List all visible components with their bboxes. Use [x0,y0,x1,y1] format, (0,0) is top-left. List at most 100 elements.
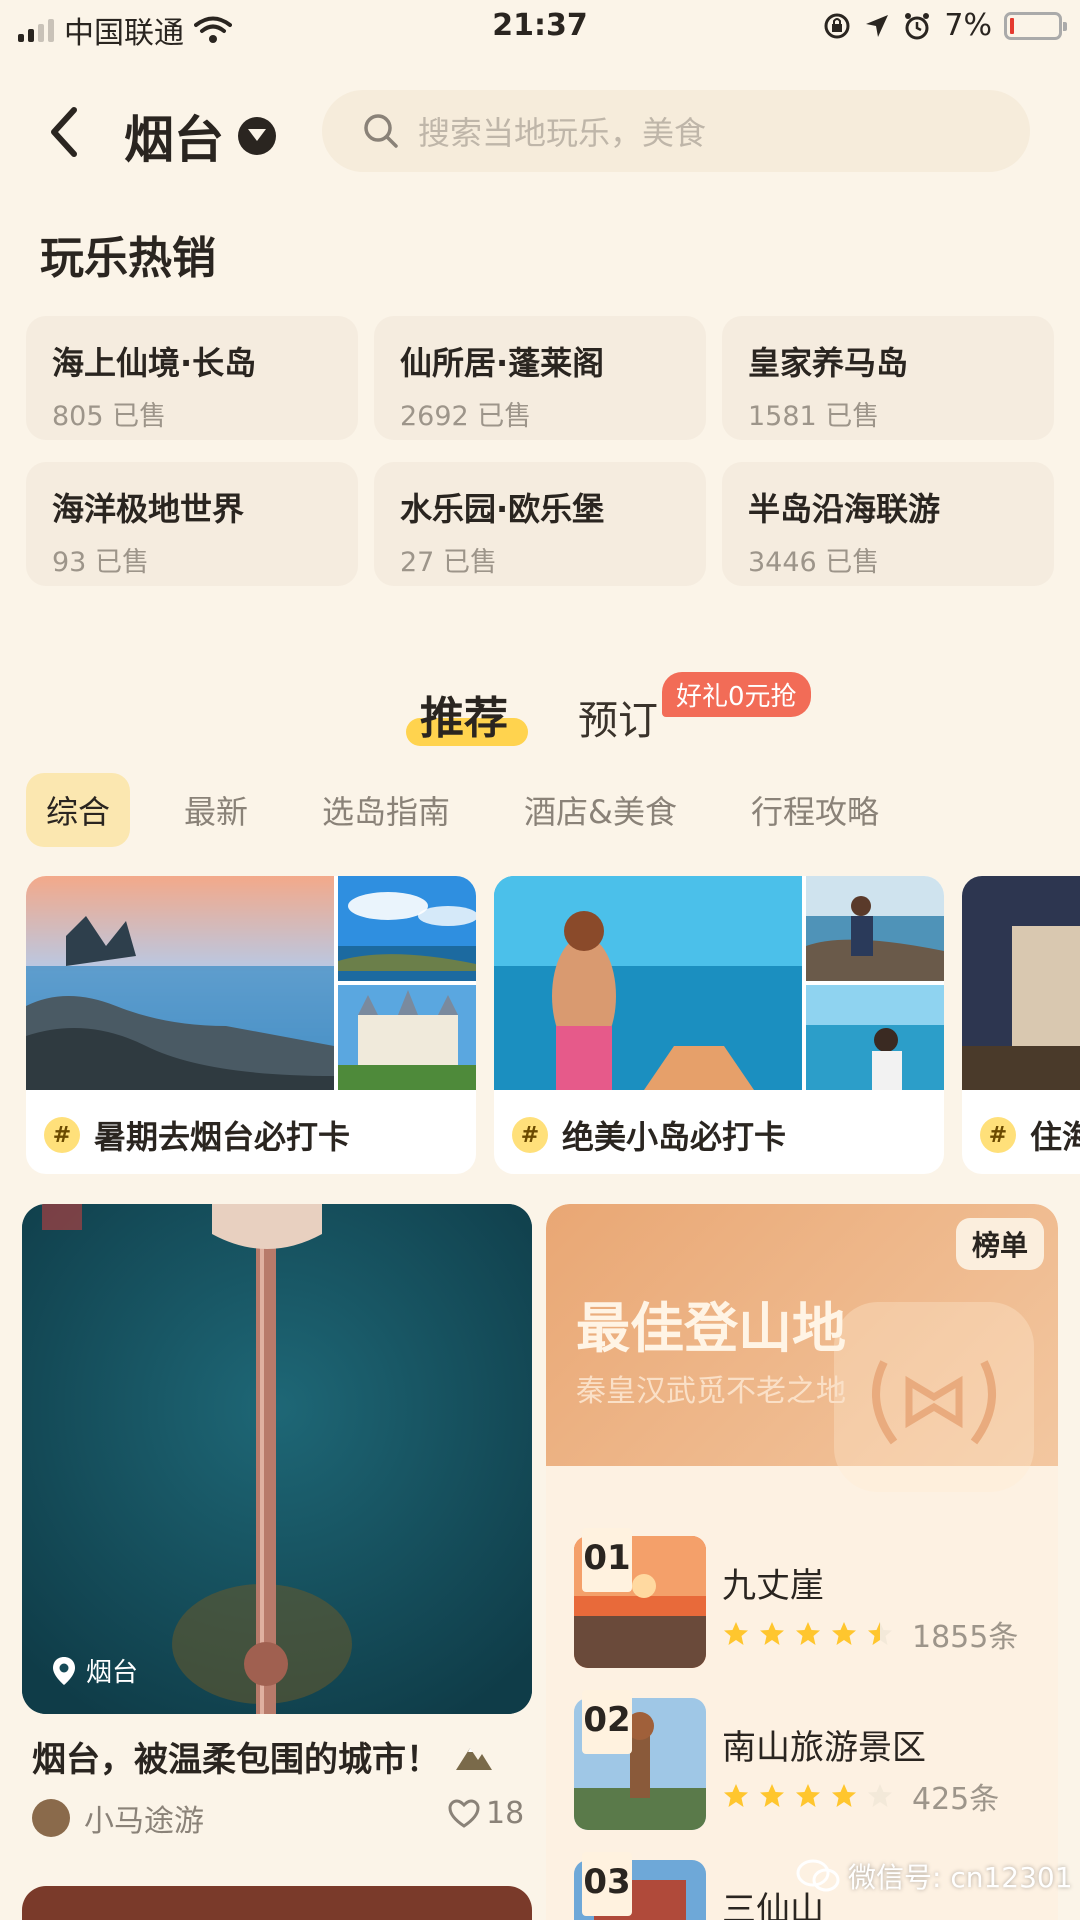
back-icon[interactable] [40,102,90,162]
hot-item-name: 海上仙境·长岛 [52,344,257,382]
feed-post-image[interactable]: 烟台 [22,1204,532,1714]
ranking-subtitle: 秦皇汉武觅不老之地 [576,1374,846,1409]
post-author[interactable]: 小马途游 [32,1796,204,1840]
ranking-item-name: 九丈崖 [722,1566,824,1606]
city-selector[interactable]: 烟台 [124,100,276,172]
ranking-item[interactable]: 02 南山旅游景区 425条 [574,1690,1044,1830]
hot-item[interactable]: 皇家养马岛 1581 已售 [722,316,1054,440]
dropdown-icon [238,117,276,155]
hot-item-sold: 805 已售 [52,401,167,432]
like-count: 18 [486,1796,525,1831]
hot-item[interactable]: 水乐园·欧乐堡 27 已售 [374,462,706,586]
star-empty-icon [868,1784,892,1807]
author-name: 小马途游 [84,1804,204,1839]
topic-card[interactable]: # 住海 [962,876,1080,1174]
tab-book[interactable]: 预订 [578,688,658,746]
filter-bar: 综合 最新 选岛指南 酒店&美食 行程攻略 [26,770,1066,850]
wechat-icon [796,1859,840,1892]
hot-item-name: 半岛沿海联游 [748,490,941,528]
topic-title: 住海 [1030,1118,1080,1156]
status-bar: 中国联通 21:37 7% [0,0,1080,56]
top-nav: 烟台 搜索当地玩乐，美食 [0,80,1080,180]
rank-number: 03 [582,1852,632,1916]
hashtag-icon: # [980,1117,1016,1153]
topic-images [962,876,1080,1090]
star-icon [832,1784,856,1807]
rank-number: 01 [582,1528,632,1592]
hashtag-icon: # [44,1117,80,1153]
topic-title: 绝美小岛必打卡 [562,1118,787,1156]
review-count: 425条 [912,1782,1000,1817]
topic-carousel: # 暑期去烟台必打卡 # 绝美小岛必打卡 # 住海 [26,876,1080,1176]
hot-item-sold: 2692 已售 [400,401,532,432]
hot-item-sold: 3446 已售 [748,547,880,578]
search-placeholder: 搜索当地玩乐，美食 [418,114,707,152]
star-icon [760,1784,784,1807]
ranking-rating: 425条 [722,1774,999,1818]
rotation-lock-icon [824,13,850,38]
ranking-item[interactable]: 01 九丈崖 1855条 [574,1528,1044,1668]
pier-photo [22,1204,532,1714]
battery-icon [1004,11,1067,40]
ranking-title: 最佳登山地 [576,1297,846,1360]
ranking-emblem [834,1302,1034,1492]
topic-main-image [26,876,334,1090]
star-icon [796,1622,820,1645]
location-pin-icon [53,1656,75,1685]
laurel-icon [872,1360,996,1445]
like-button[interactable]: 18 [448,1796,524,1831]
main-tabs: 推荐 预订 好礼0元抢 [0,672,1080,752]
post-location-tag: 烟台 [52,1652,138,1689]
topic-main-image [962,876,1080,1090]
hot-item-name: 仙所居·蓬莱阁 [400,344,605,382]
star-icon [760,1622,784,1645]
filter-chip-hotel-food[interactable]: 酒店&美食 [504,773,697,847]
battery-percent: 7% [944,8,992,43]
watermark-text: 微信号: cn12301 [848,1861,1073,1894]
hot-item-name: 海洋极地世界 [52,490,245,528]
ranking-item-name: 南山旅游景区 [722,1728,926,1768]
topic-card[interactable]: # 暑期去烟台必打卡 [26,876,476,1174]
ranking-header: 榜单 最佳登山地 秦皇汉武觅不老之地 [546,1204,1058,1492]
star-half-icon [868,1622,892,1645]
promo-badge: 好礼0元抢 [662,672,811,717]
filter-chip-island-guide[interactable]: 选岛指南 [302,773,470,847]
topic-side-image [806,876,944,981]
topic-side-image [806,985,944,1090]
ranking-card[interactable]: 榜单 最佳登山地 秦皇汉武觅不老之地 01 九丈崖 1855条 02 南山旅游景… [546,1204,1058,1920]
filter-chip-latest[interactable]: 最新 [164,773,268,847]
hot-item[interactable]: 海上仙境·长岛 805 已售 [26,316,358,440]
hot-item[interactable]: 仙所居·蓬莱阁 2692 已售 [374,316,706,440]
topic-main-image [494,876,802,1090]
topic-label: # 住海 [980,1112,1080,1158]
ranking-rating: 1855条 [722,1612,1018,1656]
hot-item-sold: 93 已售 [52,547,149,578]
ranking-badge: 榜单 [955,1218,1044,1270]
alarm-icon [905,12,930,39]
post-title[interactable]: 烟台，被温柔包围的城市！ [32,1732,494,1781]
post-location: 烟台 [86,1658,139,1688]
star-icon [796,1784,820,1807]
search-input[interactable]: 搜索当地玩乐，美食 [322,90,1030,172]
location-arrow-icon [866,14,889,37]
topic-side-image [338,985,476,1090]
topic-side-image [338,876,476,981]
hot-grid: 海上仙境·长岛 805 已售 仙所居·蓬莱阁 2692 已售 皇家养马岛 1581 已… [26,316,1056,586]
hashtag-icon: # [512,1117,548,1153]
star-icon [724,1784,748,1807]
hot-item-name: 水乐园·欧乐堡 [400,490,605,528]
filter-chip-itinerary[interactable]: 行程攻略 [731,773,899,847]
hot-item[interactable]: 海洋极地世界 93 已售 [26,462,358,586]
hot-item[interactable]: 半岛沿海联游 3446 已售 [722,462,1054,586]
tab-recommend[interactable]: 推荐 [420,682,508,746]
topic-label: # 暑期去烟台必打卡 [44,1112,350,1158]
star-icon [724,1622,748,1645]
mountain-icon [456,1747,492,1770]
city-name: 烟台 [124,111,224,169]
wechat-watermark: 微信号: cn12301 [796,1856,1073,1896]
filter-chip-all[interactable]: 综合 [26,773,131,847]
avatar [32,1799,70,1837]
topic-card[interactable]: # 绝美小岛必打卡 [494,876,944,1174]
star-icon [832,1622,856,1645]
feed-post-image-next[interactable] [22,1886,532,1920]
